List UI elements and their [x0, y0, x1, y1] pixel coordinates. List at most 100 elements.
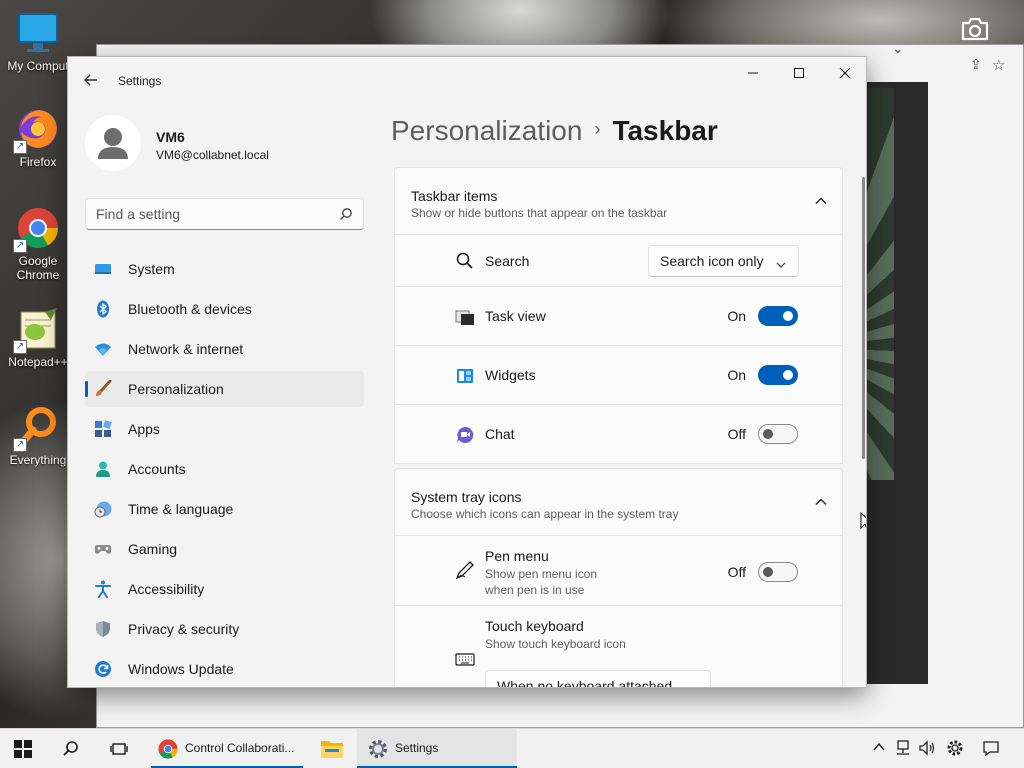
sidebar-item-label: Privacy & security — [128, 621, 240, 637]
touch-keyboard-value: When no keyboard attached — [497, 678, 673, 688]
taskbar-search-button[interactable] — [62, 729, 80, 768]
search-setting-row: Search Search icon only — [394, 235, 843, 287]
search-icon[interactable] — [339, 207, 353, 221]
widgets-icon — [455, 366, 475, 386]
pen-menu-description-line1: Show pen menu icon — [485, 567, 598, 581]
accounts-icon — [94, 460, 112, 478]
sidebar-item-label: Network & internet — [128, 341, 244, 357]
chat-label: Chat — [485, 426, 515, 442]
system-tray-section-header[interactable]: System tray icons Choose which icons can… — [394, 468, 843, 536]
task-view-icon — [110, 743, 128, 755]
monitor-icon — [94, 260, 112, 278]
sidebar-item-label: Bluetooth & devices — [128, 301, 252, 317]
search-icon — [455, 251, 475, 271]
taskbar-settings-content[interactable]: Taskbar items Show or hide buttons that … — [394, 167, 843, 688]
pen-menu-toggle[interactable] — [758, 562, 798, 582]
breadcrumb-separator: › — [594, 119, 601, 139]
firefox-icon: ↗ — [13, 106, 61, 154]
gear-icon[interactable] — [946, 739, 964, 757]
title-bar[interactable]: Settings — [68, 57, 866, 103]
back-arrow-icon[interactable] — [82, 71, 102, 91]
folder-icon — [320, 738, 343, 760]
apps-icon — [94, 420, 112, 438]
widgets-toggle[interactable] — [758, 365, 798, 385]
sidebar-item-bluetooth-devices[interactable]: Bluetooth & devices — [85, 291, 364, 327]
sidebar-item-windows-update[interactable]: Windows Update — [85, 651, 364, 687]
sidebar-item-gaming[interactable]: Gaming — [85, 531, 364, 567]
avatar[interactable] — [85, 115, 141, 171]
widgets-setting-row: Widgets On — [394, 346, 843, 405]
sidebar-item-apps[interactable]: Apps — [85, 411, 364, 447]
sidebar-item-label: Windows Update — [128, 661, 234, 677]
sidebar-item-network-internet[interactable]: Network & internet — [85, 331, 364, 367]
breadcrumb: Personalization › Taskbar — [391, 115, 718, 147]
sidebar-item-accessibility[interactable]: Accessibility — [85, 571, 364, 607]
close-icon[interactable] — [822, 57, 866, 89]
desktop-icon-everything[interactable]: ↗ Everything — [0, 404, 76, 467]
chevron-down-icon — [688, 682, 698, 687]
chevron-up-icon[interactable] — [871, 739, 889, 757]
update-icon — [94, 660, 112, 678]
network-icon[interactable] — [894, 739, 912, 757]
sidebar-item-label: Accessibility — [128, 581, 205, 597]
sidebar-item-time-language[interactable]: Time & language — [85, 491, 364, 527]
sidebar-item-privacy-security[interactable]: Privacy & security — [85, 611, 364, 647]
desktop-icon-label: My Comput — [7, 59, 69, 73]
touch-keyboard-setting-row: Touch keyboard Show touch keyboard icon … — [394, 606, 843, 688]
search-box[interactable] — [85, 198, 364, 230]
clock-globe-icon — [94, 500, 112, 518]
chat-toggle[interactable] — [758, 424, 798, 444]
window-title: Settings — [118, 74, 162, 88]
chevron-down-icon[interactable]: ⌄ — [892, 40, 904, 57]
sidebar-item-personalization[interactable]: Personalization — [85, 371, 364, 407]
breadcrumb-parent[interactable]: Personalization — [391, 115, 582, 146]
desktop-icon-my-computer[interactable]: My Comput — [0, 10, 76, 73]
sidebar-item-label: Gaming — [128, 541, 178, 557]
touch-keyboard-dropdown[interactable]: When no keyboard attached — [485, 670, 711, 688]
sidebar-item-accounts[interactable]: Accounts — [85, 451, 364, 487]
chrome-icon: ↗ — [13, 205, 61, 253]
section-title: System tray icons — [411, 489, 522, 505]
share-icon[interactable]: ⇪ — [970, 56, 982, 73]
page-title: Taskbar — [612, 115, 718, 146]
taskbar-app-chrome[interactable]: Control Collaborati... — [151, 729, 303, 768]
desktop-icon-notepad-plus-plus[interactable]: ↗ Notepad++ — [0, 306, 76, 369]
chevron-up-icon[interactable] — [814, 194, 828, 208]
desktop-icon-google-chrome[interactable]: ↗ Google Chrome — [0, 205, 76, 282]
task-view-toggle[interactable] — [758, 306, 798, 326]
accessibility-icon — [94, 580, 112, 598]
minimize-icon[interactable] — [730, 57, 776, 89]
start-button[interactable] — [14, 729, 32, 768]
sidebar-item-label: Apps — [128, 421, 160, 437]
settings-window[interactable]: Settings VM6 VM6@collabnet.local System … — [67, 56, 867, 688]
volume-icon[interactable] — [918, 739, 936, 757]
notifications-icon[interactable] — [982, 739, 1000, 757]
taskbar-items-section-header[interactable]: Taskbar items Show or hide buttons that … — [394, 167, 843, 235]
shortcut-arrow-icon: ↗ — [13, 239, 27, 253]
taskbar-app-settings[interactable]: Settings — [357, 729, 517, 768]
gear-icon — [367, 738, 389, 760]
desktop-icon-label: Google Chrome — [16, 254, 60, 282]
chevron-up-icon[interactable] — [814, 495, 828, 509]
task-view-button[interactable] — [110, 729, 128, 768]
taskbar: Control Collaborati... Settings — [0, 728, 1024, 768]
shortcut-arrow-icon: ↗ — [13, 340, 27, 354]
shield-icon — [94, 620, 112, 638]
search-setting-label: Search — [485, 253, 530, 269]
sidebar-item-label: Personalization — [128, 381, 224, 397]
content-scrollbar[interactable] — [862, 177, 865, 459]
star-icon[interactable]: ☆ — [992, 56, 1005, 74]
taskbar-app-label: Control Collaborati... — [185, 741, 295, 755]
search-mode-dropdown[interactable]: Search icon only — [648, 245, 799, 277]
search-input[interactable] — [86, 199, 326, 229]
maximize-icon[interactable] — [776, 57, 822, 89]
section-subtitle: Show or hide buttons that appear on the … — [411, 206, 668, 220]
sidebar-item-system[interactable]: System — [85, 251, 364, 287]
desktop-icon-firefox[interactable]: ↗ Firefox — [0, 106, 76, 169]
camera-icon[interactable] — [960, 16, 992, 44]
profile-name: VM6 — [156, 129, 185, 145]
taskbar-app-file-explorer[interactable] — [314, 729, 350, 768]
keyboard-icon — [455, 649, 475, 669]
sidebar-item-label: System — [128, 261, 175, 277]
desktop-icon-label: Notepad++ — [8, 355, 68, 369]
